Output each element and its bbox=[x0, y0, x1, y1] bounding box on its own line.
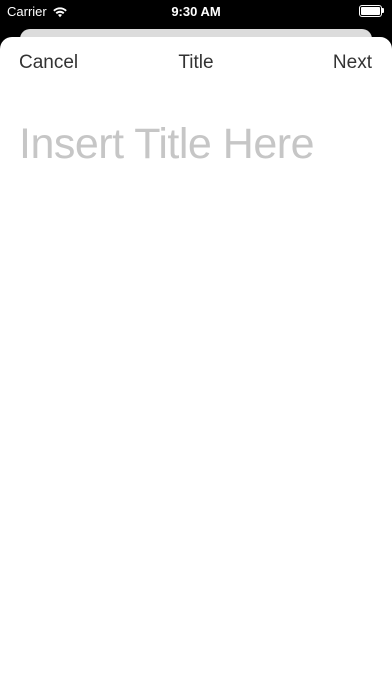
next-button[interactable]: Next bbox=[333, 52, 372, 74]
navigation-bar: Cancel Title Next bbox=[0, 37, 392, 91]
status-time: 9:30 AM bbox=[171, 4, 221, 19]
status-bar: Carrier 9:30 AM bbox=[0, 0, 392, 24]
battery-icon bbox=[359, 5, 384, 17]
modal-sheet: Cancel Title Next bbox=[0, 37, 392, 696]
title-input[interactable] bbox=[19, 117, 374, 171]
